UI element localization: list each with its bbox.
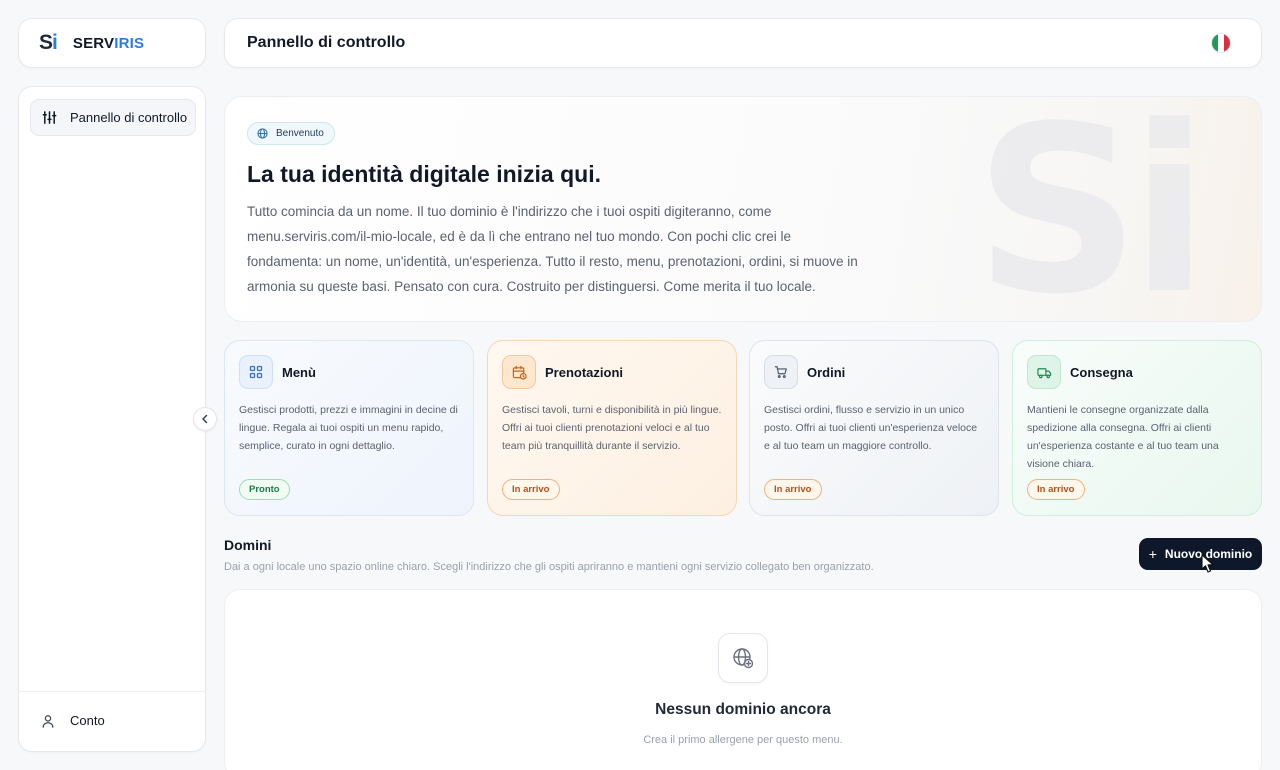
logo-mark-s: S	[39, 31, 53, 54]
cart-icon	[764, 355, 798, 389]
sidebar-divider	[19, 691, 205, 692]
empty-state-title: Nessun dominio ancora	[655, 701, 831, 718]
feature-card-text: Gestisci tavoli, turni e disponibilità i…	[502, 404, 722, 452]
brand-name-part-a: SERV	[72, 34, 115, 52]
sidebar: Pannello di controllo Conto	[18, 86, 206, 752]
user-icon	[41, 714, 55, 728]
mouse-cursor-icon	[1201, 554, 1214, 573]
feature-card-title: Prenotazioni	[545, 364, 624, 380]
status-badge: In arrivo	[764, 479, 822, 500]
welcome-badge-label: Benvenuto	[276, 128, 324, 139]
feature-card-delivery[interactable]: Consegna Mantieni le consegne organizzat…	[1012, 340, 1262, 516]
feature-card-reservations[interactable]: Prenotazioni Gestisci tavoli, turni e di…	[487, 340, 737, 516]
globe-icon	[257, 128, 268, 139]
logo-mark: Si	[39, 31, 58, 55]
status-badge: In arrivo	[1027, 479, 1085, 500]
sidebar-item-account[interactable]: Conto	[41, 713, 105, 728]
feature-card-menu[interactable]: Menù Gestisci prodotti, prezzi e immagin…	[224, 340, 474, 516]
domains-section-title: Domini	[224, 537, 272, 553]
grid-icon	[239, 355, 273, 389]
chevron-left-icon	[200, 414, 210, 424]
welcome-badge: Benvenuto	[247, 122, 335, 145]
globe-plus-icon	[718, 633, 768, 683]
sidebar-item-label: Pannello di controllo	[70, 110, 188, 125]
page-title: Pannello di controllo	[247, 34, 406, 51]
hero-description: Tutto comincia da un nome. Il tuo domini…	[247, 204, 858, 294]
sidebar-collapse-button[interactable]	[193, 407, 217, 431]
empty-state-subtitle: Crea il primo allergene per questo menu.	[643, 734, 843, 746]
hero-watermark-logo: Si	[974, 96, 1209, 322]
feature-card-title: Consegna	[1070, 364, 1133, 380]
feature-card-text: Gestisci prodotti, prezzi e immagini in …	[239, 404, 458, 452]
feature-card-title: Ordini	[807, 364, 846, 380]
plus-icon: +	[1148, 546, 1157, 562]
sliders-icon	[42, 110, 57, 125]
sidebar-item-dashboard[interactable]: Pannello di controllo	[30, 99, 196, 136]
sidebar-footer-label: Conto	[70, 713, 105, 728]
calendar-clock-icon	[502, 355, 536, 389]
brand-logo[interactable]: Si SERVIRIS	[18, 18, 206, 68]
italian-flag-icon[interactable]	[1211, 33, 1231, 53]
brand-name: SERVIRIS	[73, 35, 144, 52]
domains-empty-state: Nessun dominio ancora Crea il primo alle…	[224, 589, 1262, 770]
truck-icon	[1027, 355, 1061, 389]
status-badge: Pronto	[239, 479, 290, 500]
logo-mark-i: i	[52, 31, 58, 54]
feature-card-orders[interactable]: Ordini Gestisci ordini, flusso e servizi…	[749, 340, 999, 516]
top-header: Pannello di controllo	[224, 18, 1262, 68]
status-badge: In arrivo	[502, 479, 560, 500]
welcome-hero: Si Benvenuto La tua identità digitale in…	[224, 96, 1262, 322]
brand-name-part-b: IRIS	[114, 34, 145, 52]
feature-card-text: Gestisci ordini, flusso e servizio in un…	[764, 404, 978, 452]
feature-card-text: Mantieni le consegne organizzate dalla s…	[1027, 404, 1219, 470]
hero-title: La tua identità digitale inizia qui.	[247, 161, 601, 187]
domains-section-subtitle: Dai a ogni locale uno spazio online chia…	[224, 561, 874, 573]
feature-card-title: Menù	[282, 364, 316, 380]
